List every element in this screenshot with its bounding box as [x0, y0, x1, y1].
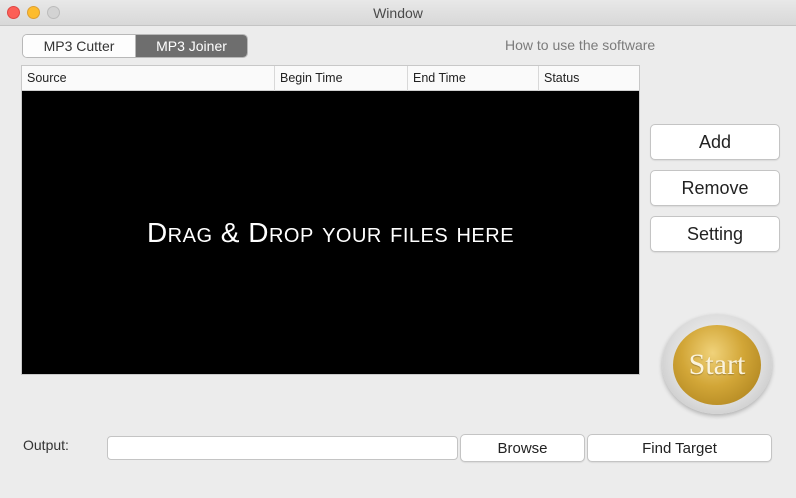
- column-header-status[interactable]: Status: [539, 66, 639, 91]
- column-header-source[interactable]: Source: [22, 66, 275, 91]
- tab-mp3-cutter[interactable]: MP3 Cutter: [23, 35, 136, 57]
- remove-button[interactable]: Remove: [650, 170, 780, 206]
- output-path-input[interactable]: [107, 436, 458, 460]
- drop-zone[interactable]: Drag & Drop your files here: [22, 91, 639, 374]
- column-header-begin-time[interactable]: Begin Time: [275, 66, 408, 91]
- how-to-use-link[interactable]: How to use the software: [505, 37, 655, 53]
- title-bar[interactable]: Window: [0, 0, 796, 26]
- drop-zone-text: Drag & Drop your files here: [146, 216, 515, 248]
- browse-button[interactable]: Browse: [460, 434, 585, 462]
- table-header: Source Begin Time End Time Status: [22, 66, 639, 91]
- start-label: Start: [688, 348, 746, 381]
- add-button[interactable]: Add: [650, 124, 780, 160]
- output-label: Output:: [23, 437, 69, 453]
- find-target-button[interactable]: Find Target: [587, 434, 772, 462]
- file-table: Source Begin Time End Time Status Drag &…: [21, 65, 640, 375]
- start-button-face: Start: [673, 325, 761, 405]
- window-title: Window: [373, 5, 423, 21]
- setting-button[interactable]: Setting: [650, 216, 780, 252]
- tab-mp3-joiner[interactable]: MP3 Joiner: [136, 35, 247, 57]
- column-header-end-time[interactable]: End Time: [408, 66, 539, 91]
- mode-tabs: MP3 Cutter MP3 Joiner: [22, 34, 248, 58]
- start-button[interactable]: Start: [662, 314, 772, 414]
- app-window: Window MP3 Cutter MP3 Joiner How to use …: [0, 0, 796, 498]
